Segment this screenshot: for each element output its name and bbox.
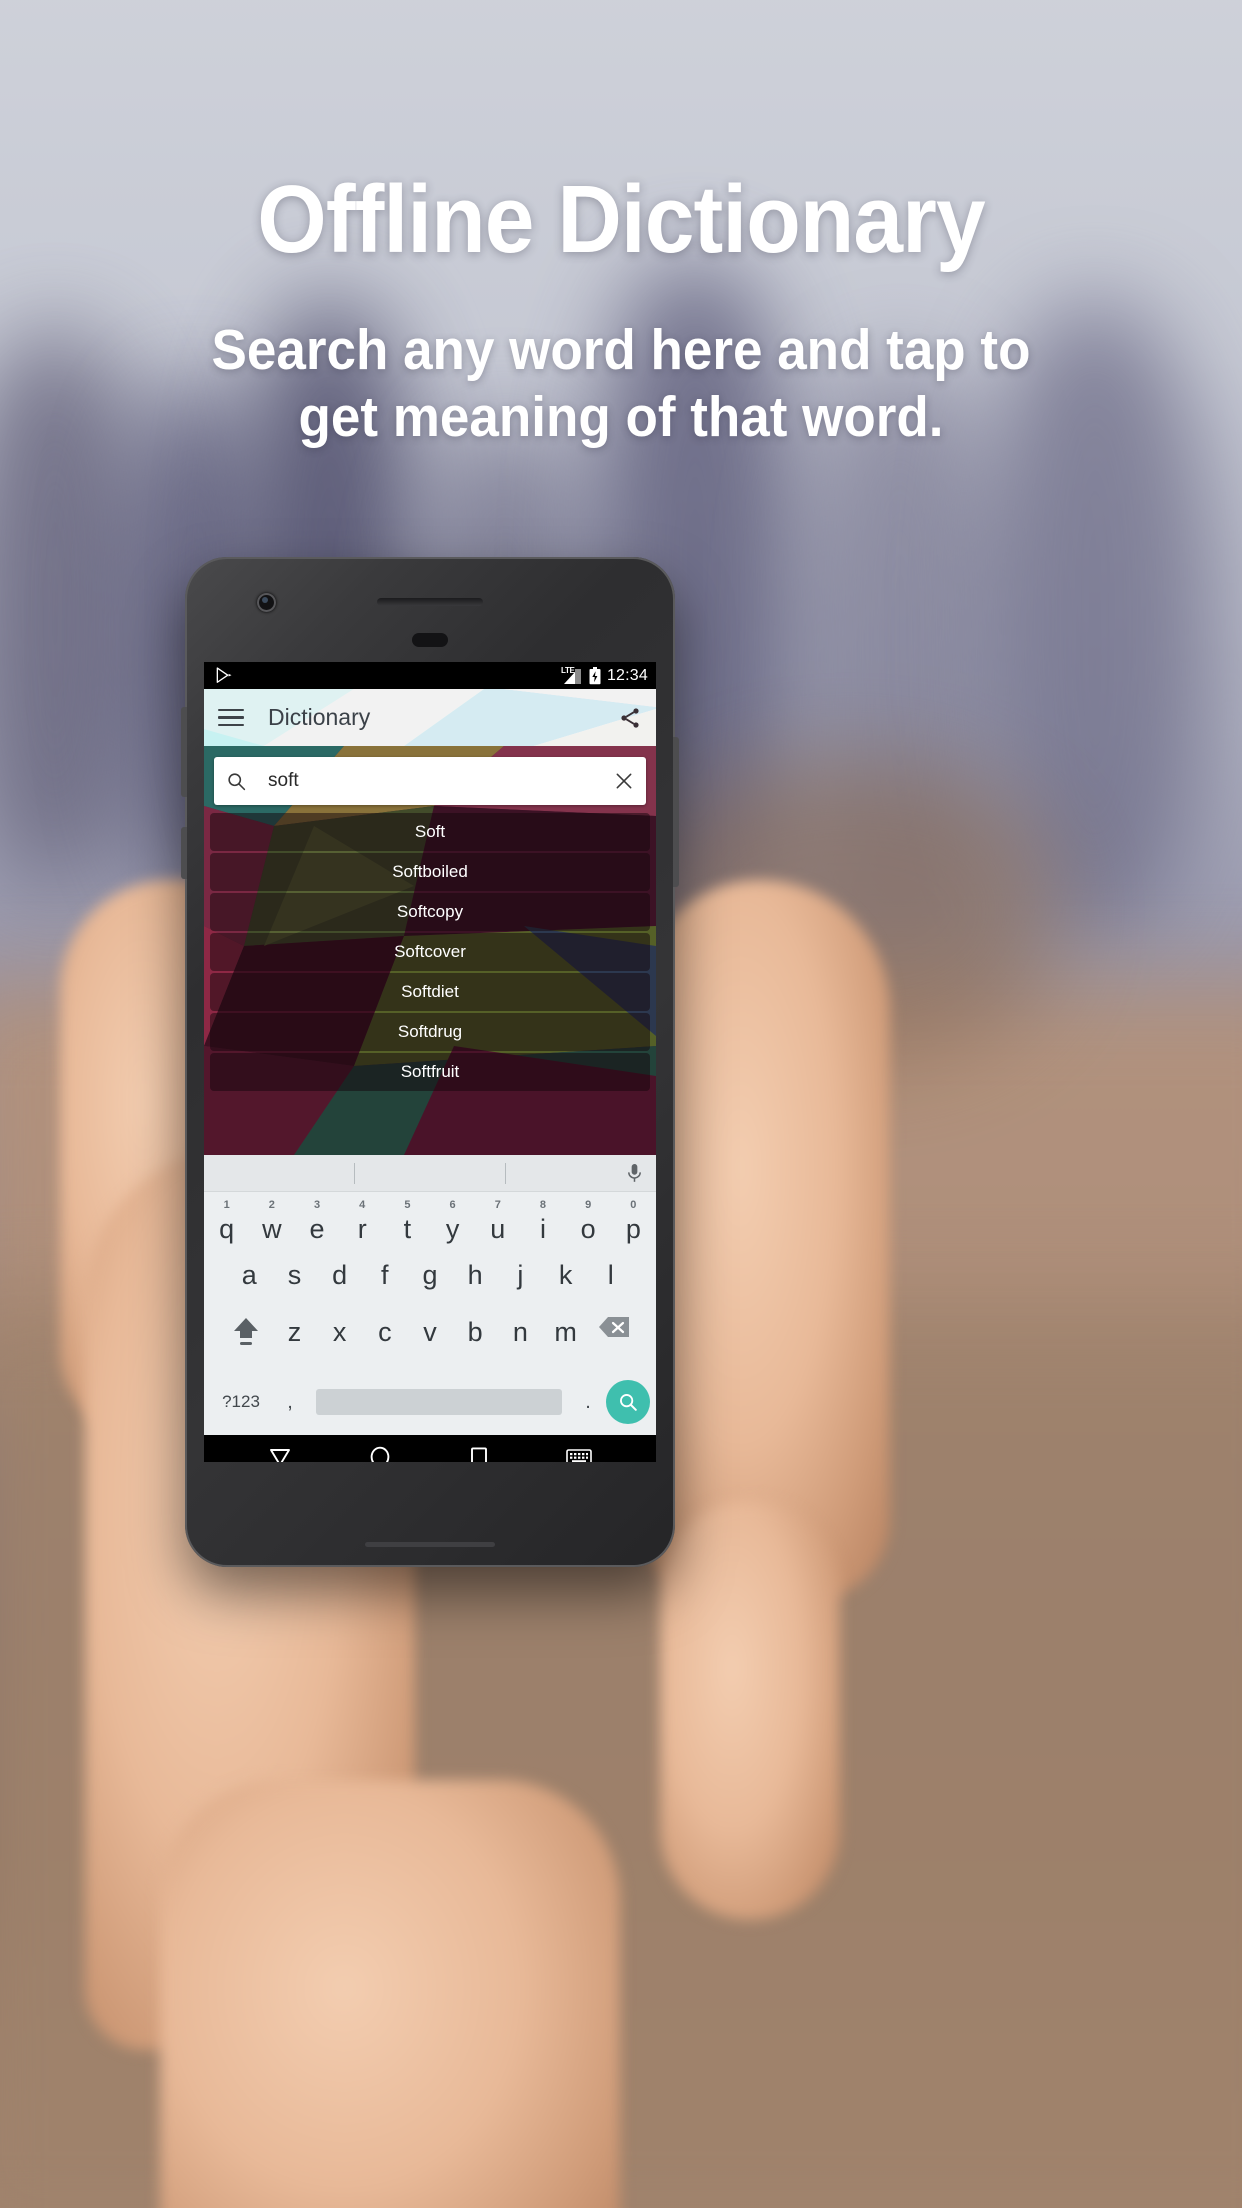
key-u[interactable]: 7u bbox=[475, 1199, 520, 1246]
key-t[interactable]: 5t bbox=[385, 1199, 430, 1246]
key-o[interactable]: 9o bbox=[566, 1199, 611, 1246]
promo-copy: Offline Dictionary Search any word here … bbox=[0, 166, 1242, 452]
proximity-sensor bbox=[412, 633, 448, 647]
list-item[interactable]: Softdrug bbox=[210, 1013, 650, 1051]
search-icon bbox=[620, 1394, 637, 1411]
signal-bars-icon: LTE bbox=[561, 666, 583, 685]
phone-screen: LTE 12:34 Dictionary soft Soft Softboile… bbox=[204, 662, 656, 1462]
period-key[interactable]: . bbox=[570, 1391, 606, 1414]
key-e[interactable]: 3e bbox=[294, 1199, 339, 1246]
key-x[interactable]: x bbox=[317, 1315, 362, 1349]
backspace-icon[interactable] bbox=[588, 1315, 640, 1339]
key-s[interactable]: s bbox=[272, 1258, 317, 1292]
android-navigation-bar bbox=[204, 1435, 656, 1462]
hand-wrist bbox=[160, 1780, 620, 2208]
key-b[interactable]: b bbox=[453, 1315, 498, 1349]
microphone-icon[interactable] bbox=[625, 1163, 644, 1184]
key-n[interactable]: n bbox=[498, 1315, 543, 1349]
key-f[interactable]: f bbox=[362, 1258, 407, 1292]
key-p[interactable]: 0p bbox=[611, 1199, 656, 1246]
key-r[interactable]: 4r bbox=[340, 1199, 385, 1246]
list-item[interactable]: Softboiled bbox=[210, 853, 650, 891]
list-item[interactable]: Softcover bbox=[210, 933, 650, 971]
subtitle-line-2: get meaning of that word. bbox=[298, 385, 944, 450]
keyboard-dismiss-triangle-icon[interactable] bbox=[268, 1446, 292, 1462]
comma-key[interactable]: , bbox=[272, 1391, 308, 1414]
suggestion-divider bbox=[354, 1163, 355, 1184]
key-k[interactable]: k bbox=[543, 1258, 588, 1292]
hamburger-menu-icon[interactable] bbox=[218, 708, 244, 727]
status-bar: LTE 12:34 bbox=[204, 662, 656, 689]
suggestion-list: Soft Softboiled Softcopy Softcover Softd… bbox=[210, 813, 650, 1091]
list-item[interactable]: Softfruit bbox=[210, 1053, 650, 1091]
list-item[interactable]: Softdiet bbox=[210, 973, 650, 1011]
phone-power-button bbox=[673, 737, 679, 887]
hand-fingers bbox=[640, 880, 890, 1600]
key-c[interactable]: c bbox=[362, 1315, 407, 1349]
phone-mockup: LTE 12:34 Dictionary soft Soft Softboile… bbox=[181, 557, 679, 1567]
on-screen-keyboard: 1q 2w 3e 4r 5t 6y 7u 8i 9o 0p a s d f g … bbox=[204, 1155, 656, 1435]
keyboard-icon[interactable] bbox=[566, 1447, 592, 1462]
keyboard-row-4: ?123 , . bbox=[204, 1369, 656, 1435]
key-y[interactable]: 6y bbox=[430, 1199, 475, 1246]
key-j[interactable]: j bbox=[498, 1258, 543, 1292]
hand-finger-tip bbox=[660, 1500, 840, 1920]
shift-arrow-icon[interactable] bbox=[220, 1315, 272, 1349]
app-bar: Dictionary bbox=[204, 689, 656, 746]
play-store-icon bbox=[216, 666, 232, 683]
search-bar[interactable]: soft bbox=[214, 757, 646, 805]
battery-charging-icon bbox=[589, 666, 601, 684]
phone-volume-button bbox=[181, 827, 187, 879]
front-camera bbox=[257, 593, 276, 612]
key-i[interactable]: 8i bbox=[520, 1199, 565, 1246]
keyboard-row-3: z x c v b n m bbox=[204, 1311, 656, 1369]
search-enter-button[interactable] bbox=[606, 1380, 650, 1424]
key-a[interactable]: a bbox=[227, 1258, 272, 1292]
key-w[interactable]: 2w bbox=[249, 1199, 294, 1246]
page-title: Offline Dictionary bbox=[257, 166, 985, 273]
page-subtitle: Search any word here and tap to get mean… bbox=[43, 317, 1198, 452]
key-l[interactable]: l bbox=[588, 1258, 633, 1292]
key-g[interactable]: g bbox=[407, 1258, 452, 1292]
search-input[interactable]: soft bbox=[268, 770, 614, 792]
key-m[interactable]: m bbox=[543, 1315, 588, 1349]
status-bar-clock: 12:34 bbox=[606, 666, 648, 684]
subtitle-line-1: Search any word here and tap to bbox=[211, 317, 1031, 382]
app-bar-title: Dictionary bbox=[268, 704, 371, 730]
keyboard-row-2: a s d f g h j k l bbox=[204, 1254, 656, 1311]
suggestion-divider bbox=[505, 1163, 506, 1184]
key-z[interactable]: z bbox=[272, 1315, 317, 1349]
symbols-key[interactable]: ?123 bbox=[210, 1392, 272, 1412]
list-item[interactable]: Softcopy bbox=[210, 893, 650, 931]
app-content-area: soft Soft Softboiled Softcopy Softcover … bbox=[204, 746, 656, 1155]
key-h[interactable]: h bbox=[453, 1258, 498, 1292]
home-circle-icon[interactable] bbox=[368, 1445, 392, 1462]
recents-square-icon[interactable] bbox=[468, 1446, 490, 1462]
space-key[interactable] bbox=[316, 1389, 562, 1415]
phone-bottom-speaker bbox=[365, 1542, 495, 1547]
status-bar-right: LTE 12:34 bbox=[561, 666, 648, 685]
close-icon[interactable] bbox=[614, 771, 634, 791]
keyboard-suggestion-strip[interactable] bbox=[204, 1155, 656, 1192]
keyboard-row-1: 1q 2w 3e 4r 5t 6y 7u 8i 9o 0p bbox=[204, 1192, 656, 1254]
earpiece-speaker bbox=[377, 598, 483, 606]
list-item[interactable]: Soft bbox=[210, 813, 650, 851]
key-v[interactable]: v bbox=[407, 1315, 452, 1349]
key-d[interactable]: d bbox=[317, 1258, 362, 1292]
share-icon[interactable] bbox=[618, 706, 642, 730]
phone-volume-button bbox=[181, 707, 187, 797]
search-icon bbox=[228, 772, 246, 790]
key-q[interactable]: 1q bbox=[204, 1199, 249, 1246]
